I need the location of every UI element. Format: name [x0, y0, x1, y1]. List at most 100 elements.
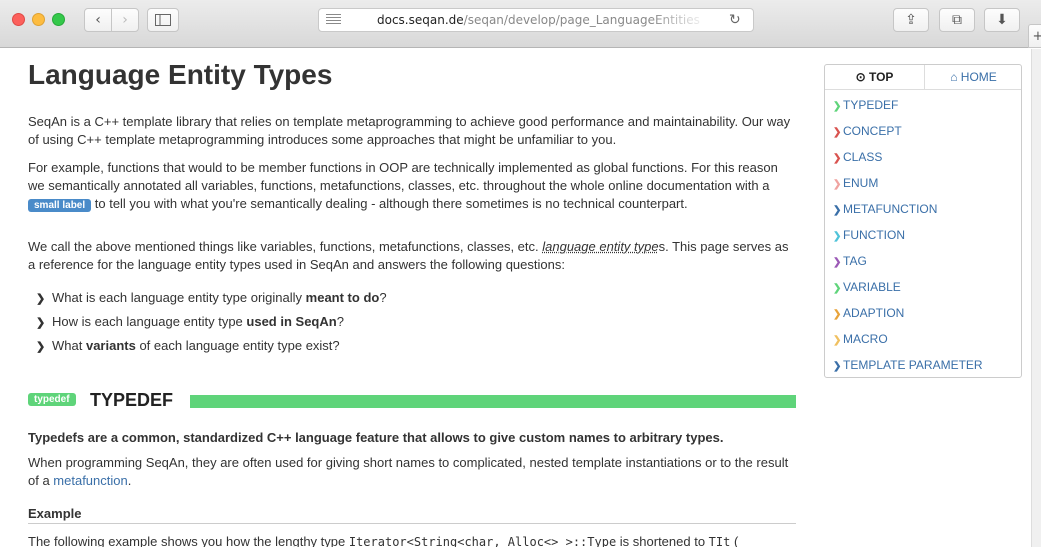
sidebar-item-class[interactable]: ❯ CLASS: [825, 144, 1021, 170]
sidebar-nav: ⊙ TOP ⌂ HOME ❯ TYPEDEF ❯ CONCEPT ❯ CLASS ❯ ENUM…: [824, 64, 1022, 378]
section-title: TYPEDEF: [90, 390, 174, 410]
chevron-right-icon: ❯: [833, 309, 842, 320]
url-fade: [649, 10, 709, 30]
zoom-window-button[interactable]: [52, 13, 65, 26]
example-text-end: (: [730, 534, 739, 547]
example-heading: Example: [28, 506, 796, 524]
example-text-mid: is shortened to: [616, 534, 709, 547]
example-code: Iterator<String<char, Alloc<> >::Type: [348, 535, 617, 547]
sidebar-tabs: ⊙ TOP ⌂ HOME: [825, 65, 1021, 90]
list-item: ❯ How is each language entity type used i…: [36, 310, 387, 334]
typedef-paragraph-text: When programming SeqAn, they are often u…: [28, 455, 789, 488]
minimize-window-button[interactable]: [32, 13, 45, 26]
sidebar-item-label: CONCEPT: [843, 124, 902, 138]
new-tab-button[interactable]: +: [1028, 24, 1041, 48]
chevron-right-icon: ❯: [833, 101, 842, 112]
language-entity-type-link[interactable]: language entity type: [542, 239, 658, 254]
sidebar-item-label: METAFUNCTION: [843, 202, 938, 216]
browser-toolbar: ‹ › docs.seqan.de/seqan/develop/page_Lan…: [0, 0, 1041, 48]
typedef-paragraph: When programming SeqAn, they are often u…: [28, 454, 796, 490]
question-emphasis: meant to do: [305, 290, 380, 305]
chevron-right-icon: ❯: [833, 361, 842, 372]
question-emphasis: variants: [85, 338, 136, 353]
sidebar-item-label: ENUM: [843, 176, 879, 190]
plus-icon: +: [1032, 28, 1041, 44]
chevron-right-icon: ❯: [833, 283, 842, 294]
show-tabs-button[interactable]: ⧉: [939, 8, 975, 32]
chevron-right-icon: ❯: [36, 317, 46, 329]
list-item: ❯ What variants of each language entity t…: [36, 334, 387, 358]
label-paragraph-text-end: to tell you with what you're semanticall…: [91, 196, 688, 211]
question-text: How is each language entity type: [52, 314, 247, 329]
question-text: What is each language entity type origin…: [52, 290, 306, 305]
sidebar-item-label: VARIABLE: [843, 280, 901, 294]
chevron-right-icon: ❯: [833, 127, 842, 138]
example-code-short: TIt: [708, 535, 731, 547]
small-label-badge: small label: [28, 199, 92, 212]
chevron-right-icon: ❯: [833, 257, 842, 268]
question-text: What: [52, 338, 86, 353]
typedef-section-header: typedef TYPEDEF: [28, 390, 796, 412]
entity-types-paragraph: We call the above mentioned things like …: [28, 238, 796, 274]
page-title: Language Entity Types: [28, 59, 333, 90]
close-window-button[interactable]: [12, 13, 25, 26]
sidebar-item-label: TEMPLATE PARAMETER: [843, 358, 983, 372]
chevron-right-icon: ❯: [833, 153, 842, 164]
question-emphasis: used in SeqAn: [246, 314, 337, 329]
sidebar-item-enum[interactable]: ❯ ENUM: [825, 170, 1021, 196]
questions-list: ❯ What is each language entity type origi…: [36, 286, 387, 358]
chevron-left-icon: ‹: [95, 12, 101, 28]
forward-button[interactable]: ›: [111, 8, 139, 32]
sidebar-item-typedef[interactable]: ❯ TYPEDEF: [825, 92, 1021, 118]
sidebar-item-label: MACRO: [843, 332, 888, 346]
question-text-end: ?: [379, 290, 387, 305]
tabs-icon: ⧉: [952, 12, 962, 28]
sidebar-item-label: ADAPTION: [843, 306, 905, 320]
sidebar-item-macro[interactable]: ❯ MACRO: [825, 326, 1021, 352]
sidebar-toggle-button[interactable]: [147, 8, 179, 32]
example-paragraph: The following example shows you how the …: [28, 533, 796, 547]
sidebar-nav-list: ❯ TYPEDEF ❯ CONCEPT ❯ CLASS ❯ ENUM ❯ METAFUNCTION…: [825, 92, 1021, 378]
chevron-right-icon: ❯: [833, 179, 842, 190]
sidebar-item-adaption[interactable]: ❯ ADAPTION: [825, 300, 1021, 326]
chevron-right-icon: ❯: [833, 205, 842, 216]
sidebar-item-label: FUNCTION: [843, 228, 905, 242]
typedef-lead: Typedefs are a common, standardized C++ …: [28, 430, 724, 445]
sidebar-item-metafunction[interactable]: ❯ METAFUNCTION: [825, 196, 1021, 222]
download-icon: ⬇: [996, 12, 1008, 28]
sidebar-item-tag[interactable]: ❯ TAG: [825, 248, 1021, 274]
chevron-right-icon: ❯: [833, 335, 842, 346]
page-content: Language Entity Types SeqAn is a C++ tem…: [0, 49, 1041, 547]
section-divider-bar: [190, 395, 796, 408]
question-text-end: ?: [336, 314, 344, 329]
example-text: The following example shows you how the …: [28, 534, 349, 547]
sidebar-item-label: TAG: [843, 254, 867, 268]
chevron-right-icon: ›: [122, 12, 128, 28]
tab-top[interactable]: ⊙ TOP: [825, 65, 925, 90]
entity-types-text: We call the above mentioned things like …: [28, 239, 543, 254]
label-paragraph: For example, functions that would to be …: [28, 159, 796, 215]
sidebar-item-function[interactable]: ❯ FUNCTION: [825, 222, 1021, 248]
chevron-right-icon: ❯: [833, 231, 842, 242]
label-paragraph-text: For example, functions that would to be …: [28, 160, 778, 193]
scrollbar-track[interactable]: [1031, 49, 1041, 547]
share-button[interactable]: ⇪: [893, 8, 929, 32]
chevron-right-icon: ❯: [36, 341, 46, 353]
question-text-end: of each language entity type exist?: [135, 338, 340, 353]
sidebar-item-label: CLASS: [843, 150, 883, 164]
typedef-badge: typedef: [28, 393, 76, 406]
sidebar-item-concept[interactable]: ❯ CONCEPT: [825, 118, 1021, 144]
reload-icon[interactable]: ↻: [729, 12, 741, 28]
tab-home[interactable]: ⌂ HOME: [925, 65, 1022, 90]
back-button[interactable]: ‹: [84, 8, 112, 32]
address-bar[interactable]: docs.seqan.de/seqan/develop/page_Languag…: [318, 8, 754, 32]
reader-mode-icon[interactable]: [326, 14, 341, 26]
share-icon: ⇪: [905, 12, 917, 28]
sidebar-item-variable[interactable]: ❯ VARIABLE: [825, 274, 1021, 300]
downloads-button[interactable]: ⬇: [984, 8, 1020, 32]
chevron-right-icon: ❯: [36, 293, 46, 305]
list-item: ❯ What is each language entity type origi…: [36, 286, 387, 310]
sidebar-item-template-parameter[interactable]: ❯ TEMPLATE PARAMETER: [825, 352, 1021, 378]
metafunction-link[interactable]: metafunction: [53, 473, 127, 488]
sidebar-item-label: TYPEDEF: [843, 98, 899, 112]
